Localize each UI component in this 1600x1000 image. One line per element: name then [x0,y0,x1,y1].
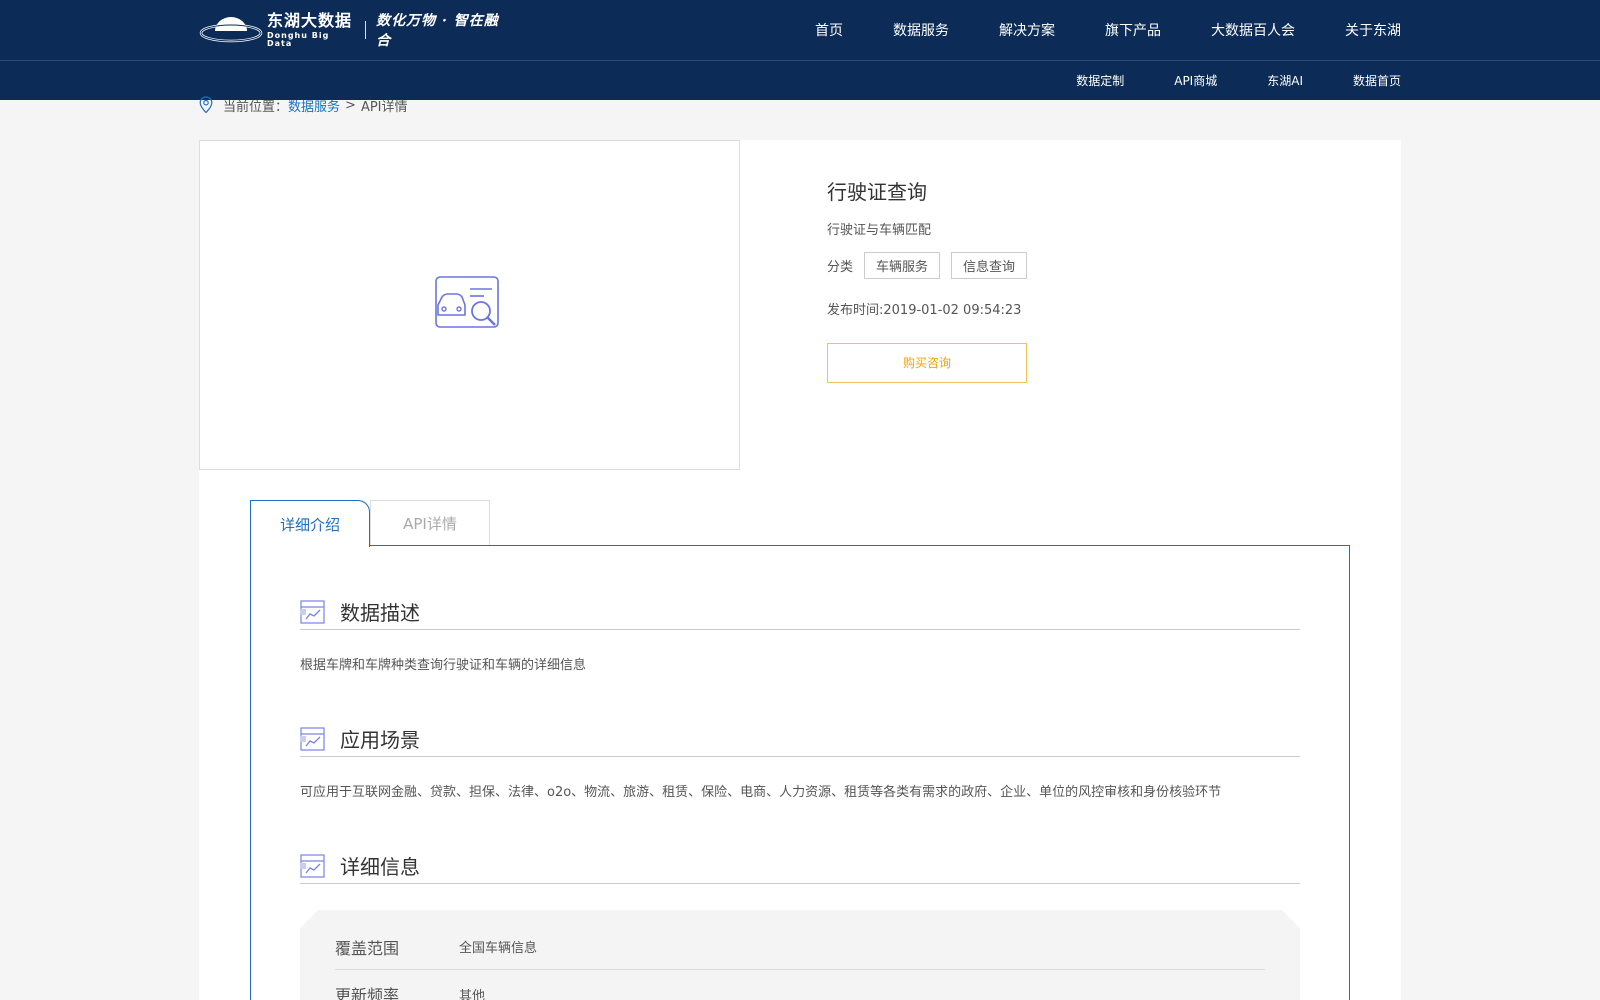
breadcrumb-prefix: 当前位置： [223,99,289,115]
breadcrumb-current: API详情 [360,99,408,115]
site-logo[interactable]: 东湖大数据 Donghu Big Data 数化万物 · 智在融合 [199,10,509,49]
detail-info-table: 覆盖范围 全国车辆信息 更新频率 其他 [300,910,1300,1000]
product-title: 行驶证查询 [827,180,927,204]
corner-decoration [1282,910,1300,928]
logo-name-cn: 东湖大数据 [267,10,353,30]
nav-products[interactable]: 旗下产品 [1105,20,1161,40]
subnav-api-store[interactable]: API商城 [1174,72,1217,89]
section-title: 详细信息 [340,855,420,879]
tab-detailed-intro[interactable]: 详细介绍 [250,500,370,547]
nav-solutions[interactable]: 解决方案 [999,20,1055,40]
nav-data-services[interactable]: 数据服务 [893,20,949,40]
subnav-donghu-ai[interactable]: 东湖AI [1267,72,1303,89]
product-info: 行驶证查询 行驶证与车辆匹配 分类 车辆服务 信息查询 发布时间:2019-01… [827,176,1028,383]
nav-big-data-club[interactable]: 大数据百人会 [1211,20,1295,40]
subnav-data-home[interactable]: 数据首页 [1353,72,1401,89]
nav-about[interactable]: 关于东湖 [1345,20,1401,40]
buy-consult-button[interactable]: 购买咨询 [827,343,1027,383]
detail-tabs: 详细介绍 API详情 [250,500,490,547]
location-pin-icon [199,96,213,114]
product-image [199,140,740,470]
subnav-data-custom[interactable]: 数据定制 [1076,72,1124,89]
detail-label: 更新频率 [335,986,400,1000]
section-title: 数据描述 [340,601,420,625]
chart-window-icon [300,853,325,878]
product-card: 行驶证查询 行驶证与车辆匹配 分类 车辆服务 信息查询 发布时间:2019-01… [199,140,1401,470]
sub-nav: 数据定制 API商城 东湖AI 数据首页 [1026,60,1401,100]
detail-label: 覆盖范围 [335,938,400,958]
chart-window-icon [300,726,325,751]
category-tag-vehicle-service[interactable]: 车辆服务 [864,252,941,279]
section-title: 应用场景 [340,728,420,752]
section-data-description: 数据描述 根据车牌和车牌种类查询行驶证和车辆的详细信息 [300,594,1300,673]
section-header: 应用场景 [300,721,1300,757]
tab-api-details[interactable]: API详情 [370,500,490,546]
section-header: 详细信息 [300,848,1300,884]
product-categories: 分类 车辆服务 信息查询 [827,252,1028,279]
breadcrumb-separator: > [345,97,356,113]
table-row: 覆盖范围 全国车辆信息 [335,924,1265,970]
product-subtitle: 行驶证与车辆匹配 [827,223,932,238]
breadcrumb: 当前位置： 数据服务 > API详情 [199,96,408,115]
category-tag-info-query[interactable]: 信息查询 [951,252,1028,279]
planet-logo-icon [199,17,263,43]
section-use-cases: 应用场景 可应用于互联网金融、贷款、担保、法律、o2o、物流、旅游、租赁、保险、… [300,721,1300,800]
table-row: 更新频率 其他 [335,971,1265,1000]
section-header: 数据描述 [300,594,1300,630]
logo-name-en: Donghu Big Data [267,30,330,48]
section-body: 可应用于互联网金融、贷款、担保、法律、o2o、物流、旅游、租赁、保险、电商、人力… [300,785,1222,800]
section-detailed-info: 详细信息 [300,848,1300,884]
breadcrumb-link-data-services[interactable]: 数据服务 [288,96,340,115]
logo-divider [365,21,367,39]
main-nav: 首页 数据服务 解决方案 旗下产品 大数据百人会 关于东湖 [765,0,1401,60]
category-label: 分类 [827,260,854,275]
detail-value: 其他 [459,988,486,1000]
publish-time: 发布时间:2019-01-02 09:54:23 [827,303,1022,318]
logo-slogan: 数化万物 · 智在融合 [376,13,499,49]
corner-decoration [300,910,318,928]
nav-home[interactable]: 首页 [815,20,843,40]
tab-panel: 数据描述 根据车牌和车牌种类查询行驶证和车辆的详细信息 应用场景 可应用于互联网… [250,545,1350,1000]
detail-value: 全国车辆信息 [459,941,538,956]
chart-window-icon [300,599,325,624]
section-body: 根据车牌和车牌种类查询行驶证和车辆的详细信息 [300,658,587,673]
car-search-icon [435,276,499,328]
